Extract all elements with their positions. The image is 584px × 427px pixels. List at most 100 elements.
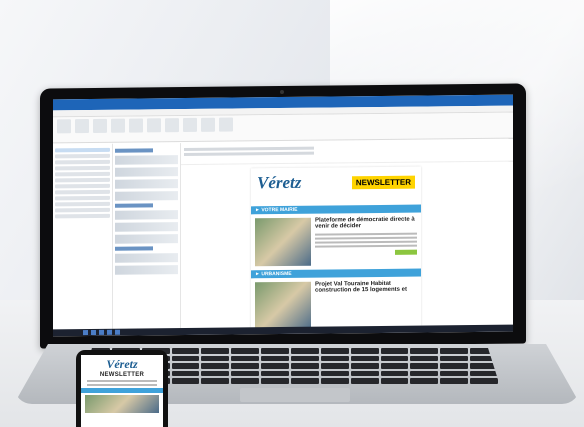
folder-item[interactable]: [55, 189, 110, 195]
list-group-header: [115, 203, 153, 208]
taskbar-app-icon[interactable]: [91, 329, 96, 336]
ribbon-button[interactable]: [93, 118, 107, 133]
newsletter-preview: Véretz NEWSLETTER ► VOTRE MAIRIE Platefo…: [251, 166, 421, 331]
keyboard-key: [231, 363, 260, 369]
taskbar-app-icon[interactable]: [83, 330, 88, 336]
folder-pane: [53, 143, 113, 331]
list-item[interactable]: [115, 167, 178, 177]
article-headline: Plateforme de démocratie directe à venir…: [315, 216, 415, 230]
text-line: [315, 236, 417, 240]
list-item[interactable]: [115, 234, 178, 244]
keyboard-key: [261, 348, 289, 354]
folder-item[interactable]: [55, 159, 110, 165]
webcam: [280, 89, 284, 95]
article-text: Projet Val Touraine Habitat construction…: [315, 281, 417, 330]
ribbon-button[interactable]: [147, 118, 161, 133]
keyboard-key: [291, 378, 319, 384]
list-item[interactable]: [115, 191, 178, 201]
keyboard-key: [470, 378, 498, 384]
list-item[interactable]: [115, 222, 178, 232]
ribbon-button[interactable]: [75, 119, 89, 134]
keyboard-key: [440, 355, 469, 362]
keyboard-key: [440, 348, 469, 354]
keyboard-key: [231, 355, 260, 362]
text-line: [315, 240, 417, 244]
keyboard-key: [350, 370, 379, 377]
keyboard-key: [350, 355, 379, 362]
keyboard-key: [171, 355, 200, 362]
keyboard-key: [410, 370, 439, 377]
folder-item[interactable]: [55, 207, 110, 213]
taskbar-app-icon[interactable]: [115, 329, 120, 335]
list-item[interactable]: [115, 179, 178, 189]
keyboard-key: [350, 348, 379, 354]
read-more-button[interactable]: [395, 249, 417, 255]
keyboard-key: [440, 370, 469, 377]
veretz-logo: Véretz: [257, 172, 302, 193]
ribbon-button[interactable]: [165, 118, 179, 133]
ribbon-button[interactable]: [201, 117, 215, 132]
folder-item[interactable]: [55, 147, 110, 153]
keyboard-key: [320, 355, 349, 362]
keyboard-key: [440, 363, 469, 369]
reading-pane: Véretz NEWSLETTER ► VOTRE MAIRIE Platefo…: [181, 139, 513, 331]
ribbon-button[interactable]: [219, 117, 233, 132]
keyboard-key: [201, 355, 230, 362]
veretz-logo: Véretz: [106, 357, 138, 371]
list-item[interactable]: [115, 253, 178, 263]
keyboard-key: [291, 355, 319, 362]
list-group-header: [115, 148, 153, 153]
keyboard-key: [410, 378, 439, 384]
ribbon-button[interactable]: [183, 117, 197, 133]
keyboard-key: [201, 363, 230, 369]
folder-item[interactable]: [55, 183, 110, 189]
list-item[interactable]: [115, 155, 178, 165]
article-photo: [255, 281, 311, 331]
ribbon-button[interactable]: [129, 118, 143, 133]
keyboard-key: [380, 355, 409, 362]
folder-item[interactable]: [55, 153, 110, 159]
keyboard-key: [171, 348, 200, 354]
keyboard-key: [320, 378, 349, 384]
ribbon-button[interactable]: [57, 119, 71, 134]
taskbar-app-icon[interactable]: [99, 329, 104, 335]
text-line: [315, 232, 417, 236]
phone-article-photo: [85, 395, 159, 413]
article-photo: [255, 217, 311, 267]
keyboard-key: [410, 348, 439, 354]
keyboard-key: [171, 378, 200, 384]
folder-item[interactable]: [55, 177, 110, 183]
keyboard-key: [171, 370, 200, 377]
keyboard-key: [320, 370, 349, 377]
list-item[interactable]: [115, 210, 178, 220]
laptop-lid: Véretz NEWSLETTER ► VOTRE MAIRIE Platefo…: [40, 83, 526, 349]
keyboard-key: [440, 378, 469, 384]
taskbar-app-icon[interactable]: [107, 329, 112, 335]
keyboard-key: [380, 370, 409, 377]
list-group-header: [115, 246, 153, 251]
folder-item[interactable]: [55, 213, 110, 219]
ribbon-button[interactable]: [111, 118, 125, 133]
ribbon-toolbar: [53, 112, 513, 144]
touchpad: [240, 388, 350, 402]
smartphone: Véretz NEWSLETTER: [76, 350, 168, 427]
keyboard-key: [410, 355, 439, 362]
keyboard-key: [291, 363, 319, 369]
outlook-panes: Véretz NEWSLETTER ► VOTRE MAIRIE Platefo…: [53, 139, 513, 331]
folder-item[interactable]: [55, 201, 110, 207]
folder-item[interactable]: [55, 195, 110, 201]
laptop-screen: Véretz NEWSLETTER ► VOTRE MAIRIE Platefo…: [53, 94, 513, 337]
keyboard-key: [231, 348, 260, 354]
phone-screen: Véretz NEWSLETTER: [81, 355, 163, 427]
keyboard-key: [350, 378, 379, 384]
keyboard-key: [410, 363, 439, 369]
text-line: [87, 384, 157, 386]
article-headline: Projet Val Touraine Habitat construction…: [315, 280, 408, 294]
keyboard-key: [320, 348, 349, 354]
phone-section-band: [81, 388, 163, 393]
folder-item[interactable]: [55, 171, 110, 177]
folder-item[interactable]: [55, 165, 110, 171]
list-item[interactable]: [115, 265, 178, 275]
keyboard-key: [380, 363, 409, 369]
keyboard-key: [171, 363, 200, 369]
